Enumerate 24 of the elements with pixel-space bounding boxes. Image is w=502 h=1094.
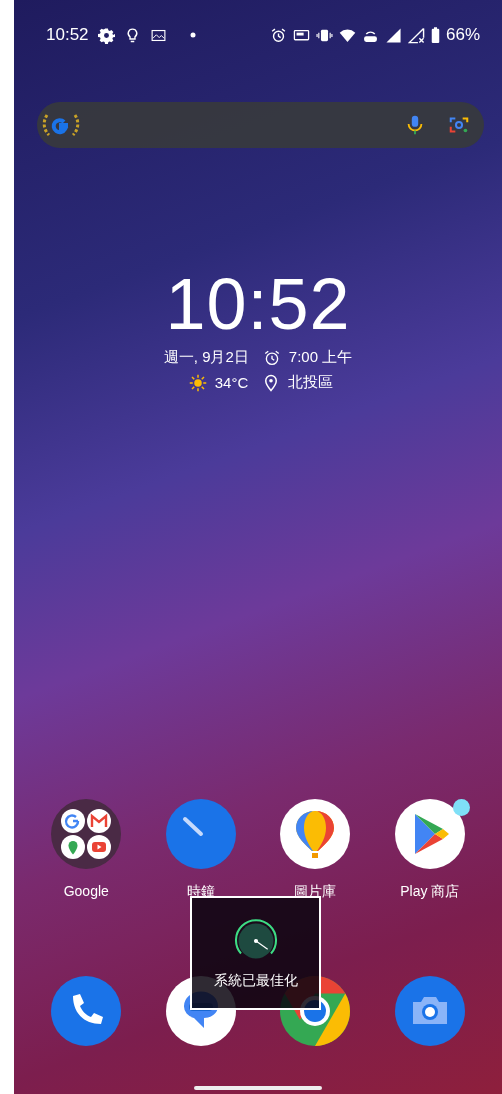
balloon-app-icon[interactable]: [280, 799, 351, 869]
sun-icon: [188, 373, 207, 392]
battery-icon: [430, 26, 440, 44]
app-label: Play 商店: [400, 883, 460, 901]
temperature[interactable]: 34°C: [214, 374, 249, 391]
date-text[interactable]: 週一, 9月2日: [163, 348, 249, 367]
location-name[interactable]: 北投區: [288, 373, 334, 392]
camera-app-icon[interactable]: [394, 976, 465, 1046]
clock-time[interactable]: 10:52: [165, 266, 351, 342]
gear-icon: [97, 26, 115, 44]
alarm-icon: [269, 26, 287, 44]
app-label: Google: [63, 883, 109, 899]
notification-dot-icon: [189, 32, 196, 38]
toast-message: 系統已最佳化: [213, 972, 298, 990]
clock-app-icon[interactable]: [165, 799, 236, 869]
phone-app-icon[interactable]: [51, 976, 122, 1046]
app-folder-icon[interactable]: [51, 799, 122, 869]
play-triangle-app-icon[interactable]: [394, 799, 465, 869]
alarm-icon: [262, 348, 281, 367]
no-signal-icon: [407, 26, 425, 44]
battery-percentage: 66%: [445, 25, 480, 45]
alarm-time[interactable]: 7:00 上午: [288, 348, 353, 367]
status-time: 10:52: [46, 25, 89, 45]
signal-icon: [384, 26, 402, 44]
